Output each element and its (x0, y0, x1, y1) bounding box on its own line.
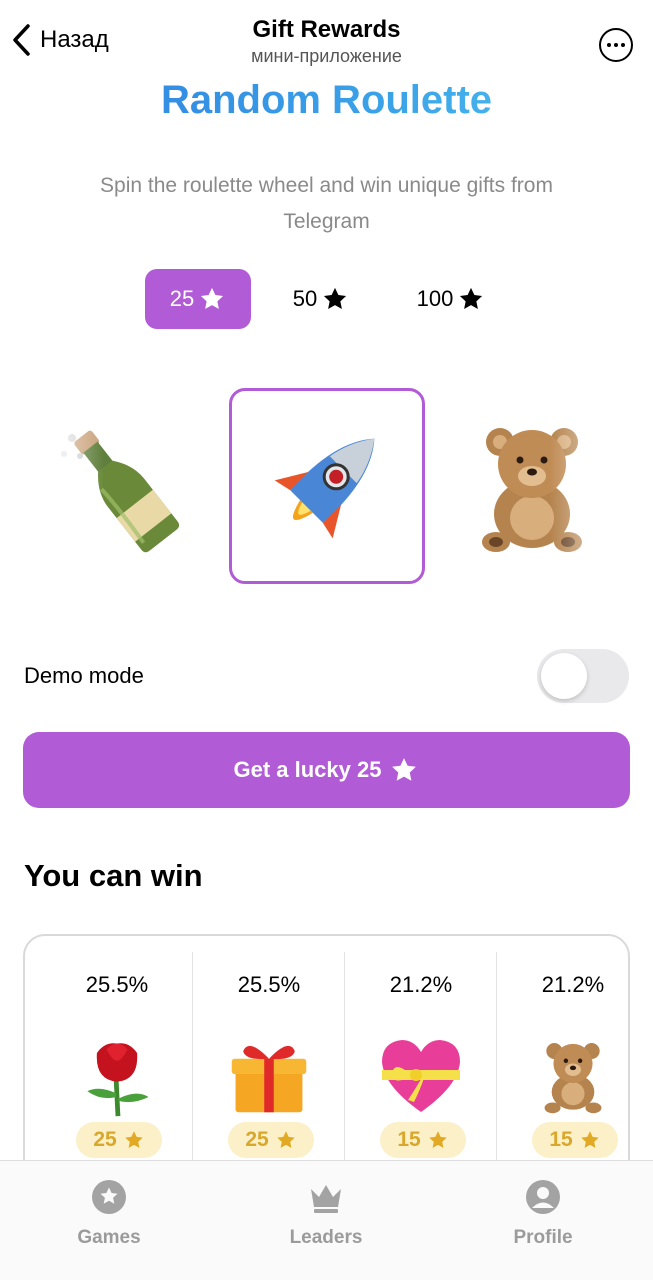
prize-price-badge: 25 (76, 1122, 162, 1158)
prize-item: 21.2% 15 (346, 952, 496, 1192)
prizes-section-title: You can win (24, 858, 203, 893)
bet-option-25[interactable]: 25 (145, 269, 251, 329)
prize-item: 25.5% 25 (42, 952, 192, 1192)
prize-price-badge: 15 (532, 1122, 618, 1158)
spin-button-label: Get a lucky 25 (233, 757, 382, 782)
header: Назад Gift Rewards мини-приложение (0, 0, 653, 80)
prize-chance: 21.2% (541, 972, 605, 997)
star-icon (580, 1131, 599, 1148)
prize-item: 25.5% 25 (194, 952, 344, 1192)
user-circle-icon (525, 1179, 561, 1215)
prizes-list[interactable]: 25.5% 25 25.5% 25 21.2% 15 21.2% 15 (23, 934, 630, 1194)
app-subtitle: мини-приложение (251, 46, 402, 66)
prize-price: 15 (397, 1128, 421, 1151)
star-icon (276, 1131, 295, 1148)
toggle-knob (541, 653, 587, 699)
page-title: Random Roulette (0, 78, 653, 123)
star-circle-icon (91, 1179, 127, 1215)
star-icon (460, 287, 483, 310)
star-icon (201, 287, 224, 310)
prize-item: 21.2% 15 (498, 952, 628, 1192)
header-title-block: Gift Rewards мини-приложение (0, 16, 653, 67)
bottom-tab-bar: Games Leaders Profile (0, 1160, 653, 1280)
star-icon (392, 758, 417, 781)
divider (496, 952, 497, 1182)
prize-chance: 21.2% (389, 972, 453, 997)
more-dot-icon (621, 43, 625, 47)
heart-with-ribbon-icon (376, 1030, 466, 1120)
tab-profile-label: Profile (513, 1227, 573, 1248)
divider (192, 952, 193, 1182)
tab-profile[interactable]: Profile (463, 1179, 623, 1249)
bet-label: 25 (169, 286, 195, 311)
app-title: Gift Rewards (252, 16, 401, 43)
bet-option-100[interactable]: 100 (391, 269, 511, 329)
roulette-selected-item (229, 388, 425, 584)
bet-selector: 25 50 100 (145, 269, 511, 329)
prize-price-badge: 25 (228, 1122, 314, 1158)
star-icon (428, 1131, 447, 1148)
teddy-bear-icon (528, 1030, 618, 1120)
prize-chance: 25.5% (237, 972, 301, 997)
prize-price: 25 (245, 1128, 269, 1151)
prize-price-badge: 15 (380, 1122, 466, 1158)
demo-mode-toggle[interactable] (537, 649, 629, 703)
more-options-button[interactable] (599, 28, 633, 62)
rocket-icon (274, 438, 375, 539)
tab-leaders[interactable]: Leaders (246, 1179, 406, 1249)
more-dot-icon (607, 43, 611, 47)
tab-games[interactable]: Games (29, 1179, 189, 1249)
prize-price: 15 (549, 1128, 573, 1151)
crown-icon (308, 1179, 344, 1215)
bet-option-50[interactable]: 50 (251, 269, 391, 329)
spin-button[interactable]: Get a lucky 25 (23, 732, 630, 808)
strip-fade-right (550, 388, 630, 584)
star-icon (324, 287, 347, 310)
divider (344, 952, 345, 1182)
prize-chance: 25.5% (85, 972, 149, 997)
demo-mode-row: Demo mode (24, 648, 629, 704)
bet-label: 50 (292, 286, 318, 311)
tab-games-label: Games (77, 1227, 141, 1248)
rose-icon (72, 1030, 162, 1120)
tab-leaders-label: Leaders (289, 1227, 363, 1248)
page-description: Spin the roulette wheel and win unique g… (100, 174, 553, 233)
bet-label: 100 (416, 286, 454, 311)
strip-fade-left (24, 388, 104, 584)
demo-mode-label: Demo mode (24, 663, 144, 688)
prize-price: 25 (93, 1128, 117, 1151)
roulette-strip (24, 388, 630, 588)
gift-box-icon (224, 1030, 314, 1120)
star-icon (124, 1131, 143, 1148)
more-dot-icon (614, 43, 618, 47)
